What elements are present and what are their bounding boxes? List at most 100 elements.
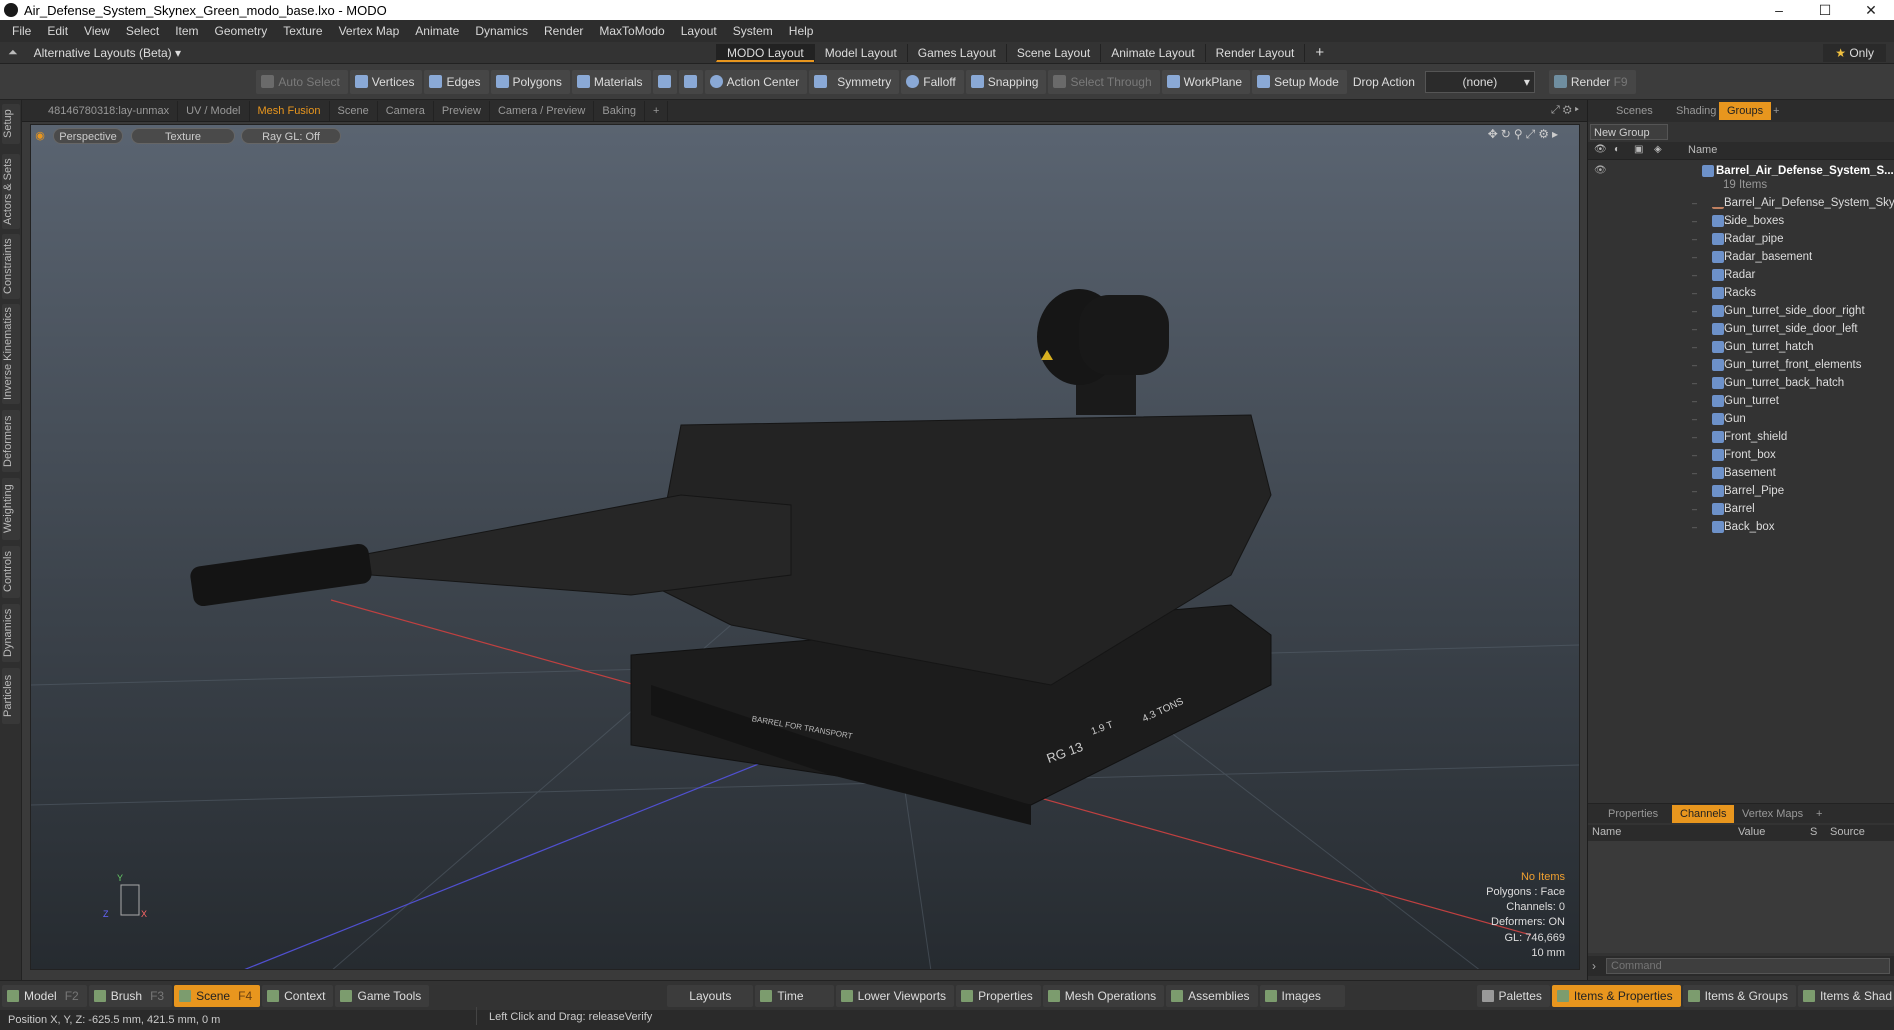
group-item-row[interactable]: – Gun (1588, 410, 1894, 428)
tab-scenes[interactable]: Scenes (1608, 102, 1661, 120)
palettes-button[interactable]: Palettes (1476, 984, 1550, 1007)
tab-channels[interactable]: Channels (1672, 805, 1735, 823)
game-tools-button[interactable]: Game Tools (335, 984, 430, 1007)
minimize-button[interactable]: – (1756, 2, 1802, 19)
menu-select[interactable]: Select (118, 24, 167, 38)
alternative-layouts-dropdown[interactable]: Alternative Layouts (Beta) ▾ (34, 46, 181, 60)
tab-weighting[interactable]: Weighting (2, 478, 20, 540)
menu-maxtomodo[interactable]: MaxToModo (591, 24, 672, 38)
setup-mode-button[interactable]: Setup Mode (1252, 69, 1347, 94)
symmetry-button[interactable]: Symmetry (809, 69, 900, 94)
auto-select-button[interactable]: Auto Select (256, 69, 348, 94)
tab-uv-model[interactable]: UV / Model (178, 100, 250, 121)
menu-geometry[interactable]: Geometry (207, 24, 276, 38)
render-button[interactable]: Render F9 (1548, 69, 1636, 94)
tab-mesh-fusion[interactable]: Mesh Fusion (250, 100, 330, 121)
properties-button[interactable]: Properties (956, 984, 1041, 1007)
tab-dynamics[interactable]: Dynamics (2, 604, 20, 662)
layouts-button[interactable]: Layouts (667, 984, 754, 1007)
menu-dynamics[interactable]: Dynamics (467, 24, 536, 38)
menu-render[interactable]: Render (536, 24, 591, 38)
home-icon[interactable]: ⏶ (8, 45, 18, 60)
model-button[interactable]: Model F2 (2, 984, 87, 1007)
menu-texture[interactable]: Texture (275, 24, 330, 38)
edges-button[interactable]: Edges (424, 69, 489, 94)
menu-edit[interactable]: Edit (39, 24, 76, 38)
tab-animate-layout[interactable]: Animate Layout (1100, 43, 1204, 62)
workplane-button[interactable]: WorkPlane (1161, 69, 1251, 94)
tab-groups[interactable]: Groups (1719, 102, 1772, 120)
pivot-mode-button[interactable] (678, 69, 703, 94)
select-toggle-icon[interactable]: ◈ (1654, 144, 1662, 155)
select-through-button[interactable]: Select Through (1048, 69, 1160, 94)
assemblies-button[interactable]: Assemblies (1166, 984, 1258, 1007)
drop-action-dropdown[interactable]: (none) ▾ (1424, 70, 1535, 93)
lower-viewports-button[interactable]: Lower Viewports (835, 984, 955, 1007)
tab-render-layout[interactable]: Render Layout (1204, 43, 1305, 62)
group-item-row[interactable]: – Barrel (1588, 500, 1894, 518)
group-item-row[interactable]: – Barrel_Pipe (1588, 482, 1894, 500)
add-viewport-tab-button[interactable]: + (645, 100, 669, 121)
tab-actors-sets[interactable]: Actors & Sets (2, 154, 20, 229)
channels-list[interactable] (1588, 841, 1894, 953)
group-item-row[interactable]: – Side_boxes (1588, 212, 1894, 230)
mesh-operations-button[interactable]: Mesh Operations (1042, 984, 1165, 1007)
tab-model-layout[interactable]: Model Layout (813, 43, 907, 62)
group-item-row[interactable]: – Front_shield (1588, 428, 1894, 446)
group-item-row[interactable]: – Radar_basement (1588, 248, 1894, 266)
group-item-row[interactable]: – Radar (1588, 266, 1894, 284)
items-shading-button[interactable]: Items & Shad (1797, 984, 1894, 1007)
tab-setup[interactable]: Setup (2, 104, 20, 144)
tab-controls[interactable]: Controls (2, 546, 20, 598)
tab-particles[interactable]: Particles (2, 668, 20, 724)
context-button[interactable]: Context (262, 984, 334, 1007)
add-panel-tab-button[interactable]: + (1765, 102, 1787, 120)
tab-scene-layout[interactable]: Scene Layout (1005, 43, 1100, 62)
group-item-row[interactable]: – Barrel_Air_Defense_System_Sky ... (1588, 194, 1894, 227)
group-item-row[interactable]: – Front_box (1588, 446, 1894, 464)
brush-button[interactable]: Brush F3 (88, 984, 173, 1007)
materials-button[interactable]: Materials (571, 69, 651, 94)
group-item-row[interactable]: – Gun_turret_hatch (1588, 338, 1894, 356)
group-item-row[interactable]: – Radar_pipe (1588, 230, 1894, 248)
only-button[interactable]: ★ Only (1823, 43, 1886, 62)
scene-button[interactable]: Scene F4 (174, 984, 261, 1007)
group-item-row[interactable]: – Back_box (1588, 518, 1894, 536)
tab-games-layout[interactable]: Games Layout (906, 43, 1006, 62)
maximize-button[interactable]: ☐ (1802, 2, 1848, 19)
tab-preview[interactable]: Preview (434, 100, 490, 121)
tab-scene[interactable]: Scene (330, 100, 378, 121)
action-center-button[interactable]: Action Center (704, 69, 808, 94)
polygons-button[interactable]: Polygons (490, 69, 570, 94)
add-layout-button[interactable]: + (1304, 43, 1334, 62)
tab-deformers[interactable]: Deformers (2, 410, 20, 472)
tab-shading[interactable]: Shading (1668, 102, 1724, 120)
3d-viewport[interactable]: ◉ Perspective Texture Ray GL: Off ✥↻⚲⤢⚙▸… (30, 124, 1580, 970)
menu-vertex-map[interactable]: Vertex Map (331, 24, 408, 38)
item-mode-button[interactable] (652, 69, 677, 94)
menu-animate[interactable]: Animate (407, 24, 467, 38)
menu-file[interactable]: File (4, 24, 39, 38)
tab-lay-unmax[interactable]: 48146780318:lay-unmax (40, 100, 179, 121)
menu-view[interactable]: View (76, 24, 118, 38)
lock-icon[interactable]: ▣ (1634, 144, 1643, 155)
group-item-row[interactable]: – Gun_turret (1588, 392, 1894, 410)
group-item-row[interactable]: – Gun_turret_side_door_right (1588, 302, 1894, 320)
new-group-button[interactable]: New Group (1590, 124, 1668, 140)
tab-baking[interactable]: Baking (594, 100, 646, 121)
add-lower-tab-button[interactable]: + (1808, 805, 1830, 823)
tab-camera[interactable]: Camera (378, 100, 434, 121)
group-item-row[interactable]: – Basement (1588, 464, 1894, 482)
items-groups-button[interactable]: Items & Groups (1682, 984, 1796, 1007)
group-item-row[interactable]: – Racks (1588, 284, 1894, 302)
items-properties-button[interactable]: Items & Properties (1551, 984, 1681, 1007)
time-button[interactable]: Time (755, 984, 834, 1007)
group-item-row[interactable]: – Gun_turret_front_elements (1588, 356, 1894, 374)
render-toggle-icon[interactable]: ◐ (1614, 144, 1620, 155)
vertices-button[interactable]: Vertices (349, 69, 423, 94)
menu-item[interactable]: Item (167, 24, 206, 38)
group-item-row[interactable]: – Gun_turret_back_hatch (1588, 374, 1894, 392)
tab-inverse-kinematics[interactable]: Inverse Kinematics (2, 304, 20, 404)
command-input[interactable] (1606, 958, 1890, 974)
tab-modo-layout[interactable]: MODO Layout (716, 43, 814, 62)
